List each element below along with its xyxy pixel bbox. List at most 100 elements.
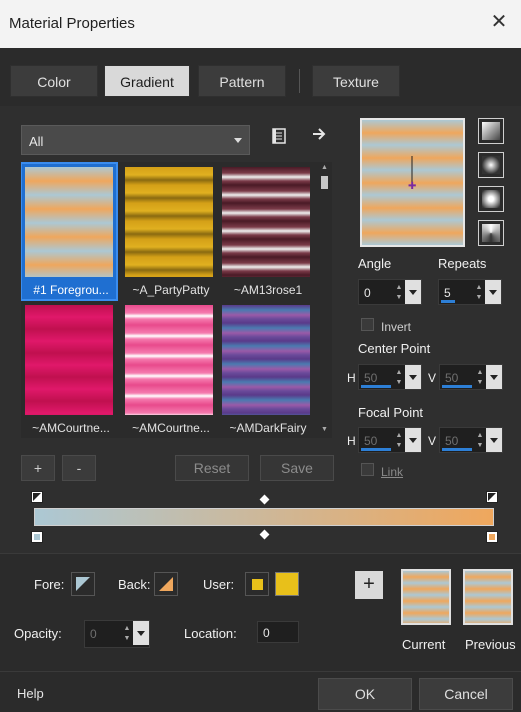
radial-style-button[interactable] bbox=[478, 220, 504, 246]
location-field[interactable]: 0 bbox=[257, 621, 299, 643]
location-label: Location: bbox=[184, 626, 237, 641]
scroll-up-icon[interactable]: ▲ bbox=[321, 164, 328, 171]
location-value: 0 bbox=[263, 626, 270, 640]
gradient-label: ~AMCourtne... bbox=[32, 421, 110, 435]
repeats-level-bar bbox=[441, 300, 455, 303]
center-h-field[interactable]: 50 ▲ ▼ bbox=[358, 364, 422, 390]
gradient-label: ~AM13rose1 bbox=[233, 283, 303, 297]
sunburst-gradient-icon bbox=[482, 190, 500, 208]
opacity-value: 0 bbox=[90, 627, 97, 641]
link-checkbox[interactable] bbox=[361, 463, 374, 476]
user-color-swatch[interactable] bbox=[275, 572, 299, 596]
current-gradient-thumbnail[interactable] bbox=[401, 569, 451, 625]
scroll-down-icon[interactable]: ▼ bbox=[321, 426, 328, 433]
ok-button[interactable]: OK bbox=[318, 678, 412, 710]
tab-bar: Color Gradient Pattern Texture bbox=[0, 48, 521, 106]
title-bar: Material Properties ✕ bbox=[0, 0, 521, 48]
center-v-level-bar bbox=[442, 385, 472, 388]
list-scrollbar[interactable]: ▲ ▼ bbox=[320, 164, 329, 434]
angle-field[interactable]: 0 ▲ ▼ bbox=[358, 279, 422, 305]
focal-h-field[interactable]: 50 ▲ ▼ bbox=[358, 427, 422, 453]
opacity-dropdown-button[interactable] bbox=[133, 621, 149, 645]
fore-label: Fore: bbox=[34, 577, 65, 592]
user-color-button[interactable] bbox=[245, 572, 269, 596]
arrow-right-icon[interactable] bbox=[308, 125, 330, 147]
fore-color-button[interactable] bbox=[71, 572, 95, 596]
previous-gradient-thumbnail[interactable] bbox=[463, 569, 513, 625]
tab-gradient[interactable]: Gradient bbox=[104, 65, 190, 97]
bottom-right-stop-marker[interactable] bbox=[486, 531, 498, 543]
scrollbar-thumb[interactable] bbox=[321, 176, 328, 189]
center-point-label: Center Point bbox=[358, 341, 431, 356]
center-v-dropdown-button[interactable] bbox=[486, 365, 502, 389]
cancel-button[interactable]: Cancel bbox=[419, 678, 513, 710]
gradient-swatch[interactable]: ~AMCourtne... bbox=[122, 302, 216, 437]
focal-h-dropdown-button[interactable] bbox=[405, 428, 421, 452]
category-dropdown[interactable]: All bbox=[21, 125, 250, 155]
bottom-left-stop-marker[interactable] bbox=[31, 531, 43, 543]
gradient-label: ~A_PartyPatty bbox=[132, 283, 210, 297]
save-button[interactable]: Save bbox=[260, 455, 334, 481]
spin-arrows-icon[interactable]: ▲ ▼ bbox=[475, 368, 485, 388]
gradient-ramp[interactable] bbox=[34, 508, 494, 526]
top-left-stop-marker[interactable] bbox=[31, 491, 43, 503]
repeats-dropdown-button[interactable] bbox=[485, 280, 501, 304]
radial-gradient-icon bbox=[482, 224, 500, 242]
reset-button[interactable]: Reset bbox=[175, 455, 249, 481]
center-v-value: 50 bbox=[445, 371, 459, 385]
chevron-down-icon bbox=[234, 138, 242, 143]
spin-arrows-icon[interactable]: ▲ ▼ bbox=[394, 368, 404, 388]
focal-h-value: 50 bbox=[364, 434, 378, 448]
gradient-label: ~AMDarkFairy bbox=[229, 421, 307, 435]
book-icon[interactable] bbox=[268, 127, 290, 149]
back-color-button[interactable] bbox=[154, 572, 178, 596]
svg-text:✚: ✚ bbox=[408, 181, 416, 192]
user-label: User: bbox=[203, 577, 235, 592]
tab-pattern[interactable]: Pattern bbox=[198, 65, 286, 97]
center-v-field[interactable]: 50 ▲ ▼ bbox=[439, 364, 503, 390]
spin-arrows-icon[interactable]: ▲ ▼ bbox=[475, 431, 485, 451]
opacity-field[interactable]: 0 ▲ ▼ bbox=[84, 620, 150, 648]
sunburst-style-button[interactable] bbox=[478, 186, 504, 212]
gradient-label: ~AMCourtne... bbox=[132, 421, 210, 435]
link-label: Link bbox=[381, 465, 404, 479]
linear-style-button[interactable] bbox=[478, 118, 504, 144]
angle-dropdown-button[interactable] bbox=[405, 280, 421, 304]
center-h-dropdown-button[interactable] bbox=[405, 365, 421, 389]
focal-v-field[interactable]: 50 ▲ ▼ bbox=[439, 427, 503, 453]
invert-checkbox[interactable] bbox=[361, 318, 374, 331]
spin-arrows-icon[interactable]: ▲ ▼ bbox=[394, 283, 404, 303]
window-title: Material Properties bbox=[9, 15, 135, 32]
repeats-field[interactable]: 5 ▲ ▼ bbox=[438, 279, 502, 305]
gradient-swatch[interactable]: #1 Foregrou... bbox=[21, 162, 118, 301]
spin-arrows-icon[interactable]: ▲ ▼ bbox=[394, 431, 404, 451]
gradient-thumbnail bbox=[222, 305, 310, 415]
help-link[interactable]: Help bbox=[17, 686, 44, 701]
remove-gradient-button[interactable]: - bbox=[62, 455, 96, 481]
gradient-swatch[interactable]: ~AMCourtne... bbox=[22, 302, 116, 437]
foreground-triangle-icon bbox=[76, 577, 90, 591]
close-icon[interactable]: ✕ bbox=[489, 12, 509, 32]
tab-color[interactable]: Color bbox=[10, 65, 98, 97]
add-gradient-button[interactable]: + bbox=[21, 455, 55, 481]
rectangular-gradient-icon bbox=[482, 156, 500, 174]
repeats-value: 5 bbox=[444, 286, 451, 300]
center-h-label: H bbox=[347, 371, 356, 385]
gradient-preview[interactable]: ✚ bbox=[360, 118, 465, 247]
top-right-stop-marker[interactable] bbox=[486, 491, 498, 503]
spin-arrows-icon[interactable]: ▲ ▼ bbox=[122, 624, 132, 644]
back-label: Back: bbox=[118, 577, 151, 592]
gradient-swatch[interactable]: ~AMDarkFairy bbox=[219, 302, 313, 437]
gradient-thumbnail bbox=[25, 167, 113, 277]
focal-v-dropdown-button[interactable] bbox=[486, 428, 502, 452]
gradient-thumbnail bbox=[125, 305, 213, 415]
tab-texture[interactable]: Texture bbox=[312, 65, 400, 97]
spin-arrows-icon[interactable]: ▲ ▼ bbox=[474, 283, 484, 303]
rectangular-style-button[interactable] bbox=[478, 152, 504, 178]
gradient-swatch[interactable]: ~AM13rose1 bbox=[219, 164, 313, 299]
gradient-swatch[interactable]: ~A_PartyPatty bbox=[122, 164, 216, 299]
center-h-level-bar bbox=[361, 385, 391, 388]
add-to-swatches-button[interactable]: + bbox=[355, 571, 383, 599]
footer-bar: Help OK Cancel bbox=[0, 671, 521, 712]
angle-handle-icon[interactable]: ✚ bbox=[362, 120, 463, 245]
